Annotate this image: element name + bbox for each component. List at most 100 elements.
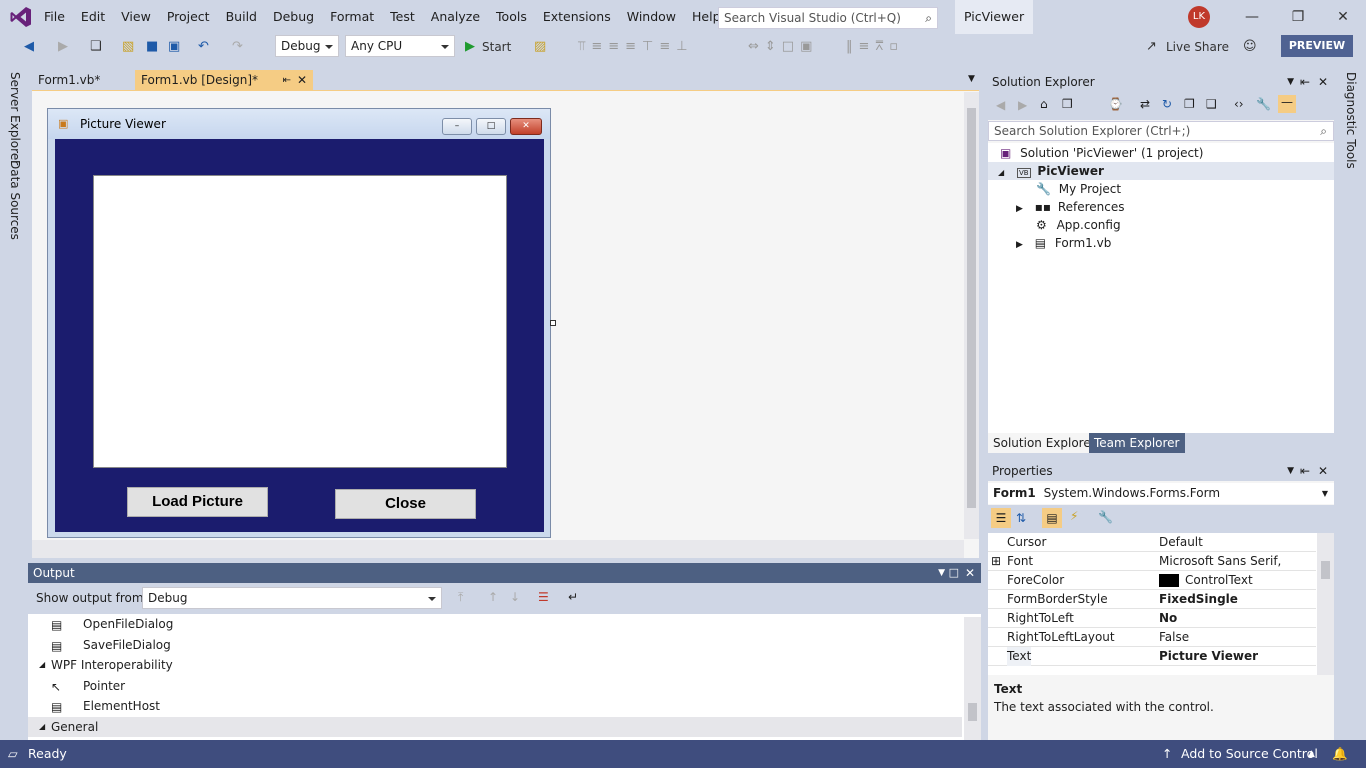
previous-message-icon[interactable]: ↑ [488, 590, 498, 604]
se-forward-icon[interactable]: ▶ [1018, 98, 1027, 112]
undo-icon[interactable]: ↶ [198, 37, 209, 57]
data-sources-tab[interactable]: Data Sources [8, 160, 22, 240]
property-pages-icon[interactable]: 🔧 [1098, 510, 1113, 524]
search-input[interactable]: Search Visual Studio (Ctrl+Q) ⌕ [718, 7, 938, 29]
windows-form[interactable]: ▣ Picture Viewer – □ ✕ Load Picture Clos… [47, 108, 551, 538]
feedback-icon[interactable]: ☺ [1243, 37, 1257, 57]
start-button[interactable]: Start [482, 37, 511, 57]
output-vertical-scrollbar[interactable] [964, 617, 981, 740]
property-row-formborderstyle[interactable]: FormBorderStyle FixedSingle [988, 590, 1316, 609]
next-message-icon[interactable]: ↓ [510, 590, 520, 604]
property-row-font[interactable]: ⊞FontMicrosoft Sans Serif, 8.25pt [988, 552, 1316, 587]
solution-explorer-search[interactable]: Search Solution Explorer (Ctrl+;) ⌕ [988, 121, 1334, 141]
notifications-icon[interactable]: 🔔 [1332, 740, 1348, 768]
tab-team-explorer[interactable]: Team Explorer [1089, 433, 1185, 453]
alphabetical-icon[interactable]: ⇅ [1016, 511, 1026, 525]
expanded-arrow-icon[interactable]: ◢ [39, 717, 45, 737]
events-icon[interactable]: ⚡ [1070, 509, 1078, 523]
property-value[interactable]: Picture Viewer [1159, 647, 1258, 666]
output-dropdown-icon[interactable]: ▼ [938, 563, 945, 583]
menu-item-test[interactable]: Test [382, 0, 423, 34]
live-share-icon[interactable]: ↗ [1146, 37, 1157, 57]
start-icon[interactable]: ▶ [465, 37, 475, 57]
word-wrap-icon[interactable]: ↵ [568, 590, 578, 604]
find-in-files-icon[interactable]: ▨ [534, 37, 546, 57]
expand-icon[interactable]: ⊞ [991, 552, 1001, 571]
designer-vertical-scrollbar[interactable] [964, 92, 979, 539]
output-source-dropdown[interactable]: Debug [142, 587, 442, 609]
output-maximize-icon[interactable]: □ [949, 563, 959, 583]
tab-overflow-icon[interactable]: ▼ [968, 74, 975, 84]
properties-view-icon[interactable]: ▤ [1042, 508, 1062, 528]
minimize-icon[interactable]: — [1229, 0, 1275, 34]
property-value[interactable]: False [1159, 628, 1189, 647]
toolbox-item[interactable]: ▤ ElementHost [28, 696, 962, 716]
menu-item-extensions[interactable]: Extensions [535, 0, 619, 34]
tree-item-app-config[interactable]: ⚙ App.config [1036, 216, 1121, 234]
layout-align-icons[interactable]: ⫪≡≡≡⊤≡⊥ [578, 37, 694, 57]
tree-item-references[interactable]: ▶ ▪▪ References [1016, 198, 1125, 216]
se-collapse-all-icon[interactable]: ❐ [1184, 97, 1195, 111]
menu-item-edit[interactable]: Edit [73, 0, 113, 34]
configuration-dropdown[interactable]: Debug [275, 35, 339, 57]
props-pin-icon[interactable]: ⇤ [1300, 462, 1310, 481]
load-picture-button[interactable]: Load Picture [127, 487, 268, 517]
tree-item-my-project[interactable]: 🔧 My Project [1036, 180, 1121, 198]
pin-icon[interactable]: ⇤ [283, 70, 291, 91]
new-project-icon[interactable]: ❑ [90, 37, 102, 57]
tab-solution-explorer[interactable]: Solution Explorer [988, 433, 1101, 453]
close-icon[interactable]: ✕ [1320, 0, 1366, 34]
output-close-icon[interactable]: ✕ [965, 563, 975, 583]
object-selector[interactable]: Form1 System.Windows.Forms.Form ▼ [988, 483, 1334, 504]
categorized-icon[interactable]: ☰ [991, 508, 1011, 528]
project-node[interactable]: ◢ VB PicViewer [998, 162, 1104, 180]
property-value[interactable]: ControlText [1185, 571, 1253, 590]
toolbox-category[interactable]: ◢ WPF Interoperability [28, 655, 962, 675]
clear-all-icon[interactable]: ☰ [538, 590, 549, 604]
property-row-cursor[interactable]: Cursor Default [988, 533, 1316, 552]
se-switch-views-icon[interactable]: ❒ [1062, 97, 1073, 111]
form-close-icon[interactable]: ✕ [510, 118, 542, 135]
se-close-icon[interactable]: ✕ [1318, 73, 1328, 92]
expanded-arrow-icon[interactable]: ◢ [998, 168, 1004, 177]
se-home-icon[interactable]: ⌂ [1040, 97, 1048, 111]
close-tab-icon[interactable]: ✕ [297, 70, 307, 91]
upload-icon[interactable]: ↑ [1162, 740, 1172, 768]
avatar[interactable]: LK [1188, 6, 1210, 28]
se-pending-changes-icon[interactable]: ⌚ [1108, 97, 1123, 111]
se-view-code-icon[interactable]: ‹› [1234, 97, 1244, 111]
property-row-righttoleft[interactable]: RightToLeft No [988, 609, 1316, 628]
toolbox-item[interactable]: ↖ Pointer [28, 676, 962, 696]
resize-handle[interactable] [550, 320, 556, 326]
se-refresh-icon[interactable]: ↻ [1162, 97, 1172, 111]
se-properties-icon[interactable]: 🔧 [1256, 97, 1271, 111]
layout-spacing-icons[interactable]: ‖≡⩞▫ [846, 37, 904, 57]
property-value[interactable]: Default [1159, 533, 1203, 552]
props-dropdown-icon[interactable]: ▼ [1287, 462, 1294, 481]
menu-item-tools[interactable]: Tools [488, 0, 535, 34]
se-back-icon[interactable]: ◀ [996, 98, 1005, 112]
find-message-icon[interactable]: ⤒ [458, 590, 463, 605]
menu-item-window[interactable]: Window [619, 0, 684, 34]
se-pin-icon[interactable]: ⇤ [1300, 73, 1310, 92]
server-explorer-tab[interactable]: Server Explorer [8, 72, 22, 165]
picture-box[interactable] [93, 175, 507, 468]
toolbox-item[interactable]: ▤ OpenFileDialog [28, 614, 962, 634]
menu-item-debug[interactable]: Debug [265, 0, 322, 34]
property-value[interactable]: FixedSingle [1159, 590, 1238, 609]
source-control-button[interactable]: Add to Source Control [1181, 740, 1318, 768]
se-preview-icon[interactable]: — [1278, 95, 1296, 113]
designer-horizontal-scrollbar[interactable] [32, 540, 964, 558]
diagnostic-tools-tab[interactable]: Diagnostic Tools [1344, 72, 1358, 169]
tab-form1-vb[interactable]: Form1.vb* [32, 70, 138, 91]
layout-size-icons[interactable]: ⇔⇕□▣ [748, 37, 818, 57]
save-all-icon[interactable]: ▣ [168, 37, 180, 57]
forward-icon[interactable]: ▶ [58, 37, 68, 57]
menu-item-file[interactable]: File [36, 0, 73, 34]
restore-icon[interactable]: ❐ [1275, 0, 1321, 34]
form-maximize-icon[interactable]: □ [476, 118, 506, 135]
scroll-thumb[interactable] [968, 703, 977, 721]
open-folder-icon[interactable]: ▧ [122, 37, 134, 57]
menu-item-build[interactable]: Build [218, 0, 265, 34]
redo-icon[interactable]: ↷ [232, 37, 243, 57]
